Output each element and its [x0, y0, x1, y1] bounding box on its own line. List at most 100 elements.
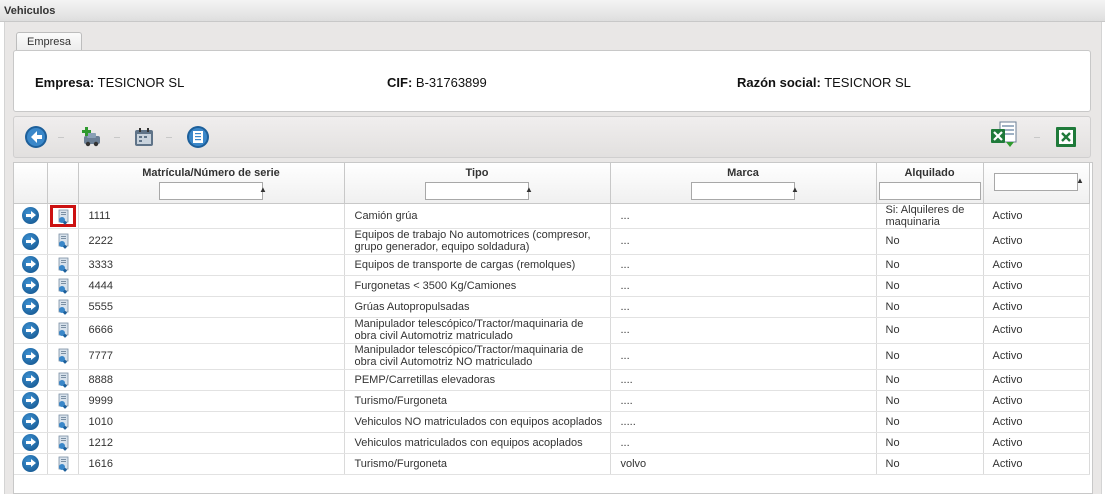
cell-matricula: 2222 — [78, 228, 345, 255]
filter-marca: ▲ — [683, 182, 803, 202]
row-edit-cell — [47, 275, 79, 297]
edit-vehicle-icon[interactable] — [56, 299, 70, 315]
cell-alquilado: No — [876, 275, 984, 297]
edit-vehicle-icon[interactable] — [56, 372, 70, 388]
table-row[interactable]: 3333 Equipos de transporte de cargas (rem… — [14, 254, 1090, 276]
column-header-matricula[interactable]: Matrícula/Número de serie ▲ — [78, 163, 345, 204]
arrow-right-icon[interactable] — [21, 232, 39, 250]
arrow-right-icon[interactable] — [21, 371, 39, 388]
edit-vehicle-icon[interactable] — [56, 233, 70, 249]
row-edit-cell — [47, 254, 79, 276]
cell-marca: ... — [610, 343, 877, 370]
back-icon[interactable] — [24, 125, 48, 149]
arrow-right-icon[interactable] — [21, 321, 39, 339]
cell-alquilado: Si: Alquileres de maquinaria — [876, 203, 984, 229]
sort-icon[interactable]: ▲ — [791, 185, 799, 194]
row-open-cell — [14, 432, 48, 454]
row-open-cell — [14, 317, 48, 344]
cell-matricula: 1111 — [78, 203, 345, 229]
column-header-alquilado[interactable]: Alquilado — [876, 163, 984, 204]
column-header-estado[interactable]: ▲ — [983, 163, 1090, 204]
filter-tipo-input[interactable] — [425, 182, 529, 200]
sort-icon[interactable]: ▲ — [525, 185, 533, 194]
cell-estado: Activo — [983, 453, 1090, 475]
cell-marca: ... — [610, 228, 877, 255]
arrow-right-icon[interactable] — [21, 413, 39, 430]
cell-matricula: 1010 — [78, 411, 345, 433]
row-open-cell — [14, 453, 48, 475]
edit-wrapper — [56, 456, 70, 472]
toolbar-separator — [166, 137, 172, 138]
cell-alquilado: No — [876, 254, 984, 276]
cell-tipo: Camión grúa — [344, 203, 611, 229]
table-row[interactable]: 1616 Turismo/Furgoneta volvo No Activo — [14, 453, 1090, 475]
edit-vehicle-icon[interactable] — [56, 278, 70, 294]
arrow-right-icon[interactable] — [21, 434, 39, 451]
filter-matricula: ▲ — [151, 182, 271, 202]
edit-vehicle-icon[interactable] — [56, 257, 70, 273]
cell-tipo: Turismo/Furgoneta — [344, 453, 611, 475]
table-row[interactable]: 4444 Furgonetas < 3500 Kg/Camiones... No Ac… — [14, 275, 1090, 297]
edit-vehicle-icon[interactable] — [56, 414, 70, 430]
toolbar-separator — [114, 137, 120, 138]
table-header-row: Matrícula/Número de serie ▲ Tipo ▲ Marca — [14, 163, 1090, 204]
table-row[interactable]: 5555 Grúas Autopropulsadas... No Activo — [14, 296, 1090, 318]
sort-icon[interactable]: ▲ — [1076, 176, 1084, 185]
edit-vehicle-icon[interactable] — [56, 456, 70, 472]
row-open-cell — [14, 275, 48, 297]
cif-value: B-31763899 — [415, 75, 487, 90]
edit-vehicle-icon[interactable] — [56, 209, 70, 225]
column-header-marca-label: Marca — [727, 167, 759, 179]
column-header-tipo[interactable]: Tipo ▲ — [344, 163, 611, 204]
arrow-right-icon[interactable] — [21, 207, 39, 224]
column-header-tipo-label: Tipo — [465, 167, 489, 179]
razon-social-field: Razón social: TESICNOR SL — [737, 75, 911, 90]
arrow-right-icon[interactable] — [21, 455, 39, 472]
arrow-right-icon[interactable] — [21, 298, 39, 315]
table-row[interactable]: 1111 Camión grúa... Si: Alquileres de maqu… — [14, 203, 1090, 229]
cell-alquilado: No — [876, 317, 984, 344]
list-icon[interactable] — [186, 125, 210, 149]
table-row[interactable]: 8888 PEMP/Carretillas elevadoras.... No Act… — [14, 369, 1090, 391]
edit-vehicle-icon[interactable] — [56, 348, 70, 364]
row-edit-cell — [47, 453, 79, 475]
edit-vehicle-icon[interactable] — [56, 322, 70, 338]
add-vehicle-icon[interactable] — [80, 125, 104, 149]
column-header-alquilado-label: Alquilado — [904, 167, 955, 179]
sort-icon[interactable]: ▲ — [259, 185, 267, 194]
table-row[interactable]: 1010 Vehiculos NO matriculados con equipo… — [14, 411, 1090, 433]
excel-icon[interactable] — [1054, 125, 1078, 149]
cell-estado: Activo — [983, 390, 1090, 412]
export-excel-icon[interactable] — [988, 120, 1018, 150]
edit-vehicle-icon[interactable] — [56, 393, 70, 409]
edit-wrapper — [56, 414, 70, 430]
arrow-right-icon[interactable] — [21, 392, 39, 409]
cell-estado: Activo — [983, 203, 1090, 229]
cell-estado: Activo — [983, 228, 1090, 255]
row-edit-cell — [47, 369, 79, 391]
cell-estado: Activo — [983, 343, 1090, 370]
calendar-icon[interactable] — [132, 125, 156, 149]
table-row[interactable]: 7777 Manipulador telescópico/Tractor/maqu… — [14, 343, 1090, 370]
filter-marca-input[interactable] — [691, 182, 795, 200]
filter-matricula-input[interactable] — [159, 182, 263, 200]
tab-empresa[interactable]: Empresa — [16, 32, 82, 51]
table-row[interactable]: 1212 Vehiculos matriculados con equipos a… — [14, 432, 1090, 454]
table-row[interactable]: 9999 Turismo/Furgoneta.... No Activo — [14, 390, 1090, 412]
cell-matricula: 8888 — [78, 369, 345, 391]
arrow-right-icon[interactable] — [21, 347, 39, 365]
cell-marca: volvo — [610, 453, 877, 475]
cell-tipo: Turismo/Furgoneta — [344, 390, 611, 412]
table-row[interactable]: 2222 Equipos de trabajo No automotrices (… — [14, 228, 1090, 255]
cif-field: CIF: B-31763899 — [387, 75, 487, 90]
filter-alquilado — [878, 182, 981, 202]
filter-alquilado-input[interactable] — [878, 182, 981, 200]
table-row[interactable]: 6666 Manipulador telescópico/Tractor/maqu… — [14, 317, 1090, 344]
column-header-marca[interactable]: Marca ▲ — [610, 163, 877, 204]
row-edit-cell — [47, 390, 79, 412]
filter-estado-input[interactable] — [994, 173, 1078, 191]
arrow-right-icon[interactable] — [21, 256, 39, 273]
cell-alquilado: No — [876, 453, 984, 475]
edit-vehicle-icon[interactable] — [56, 435, 70, 451]
arrow-right-icon[interactable] — [21, 277, 39, 294]
